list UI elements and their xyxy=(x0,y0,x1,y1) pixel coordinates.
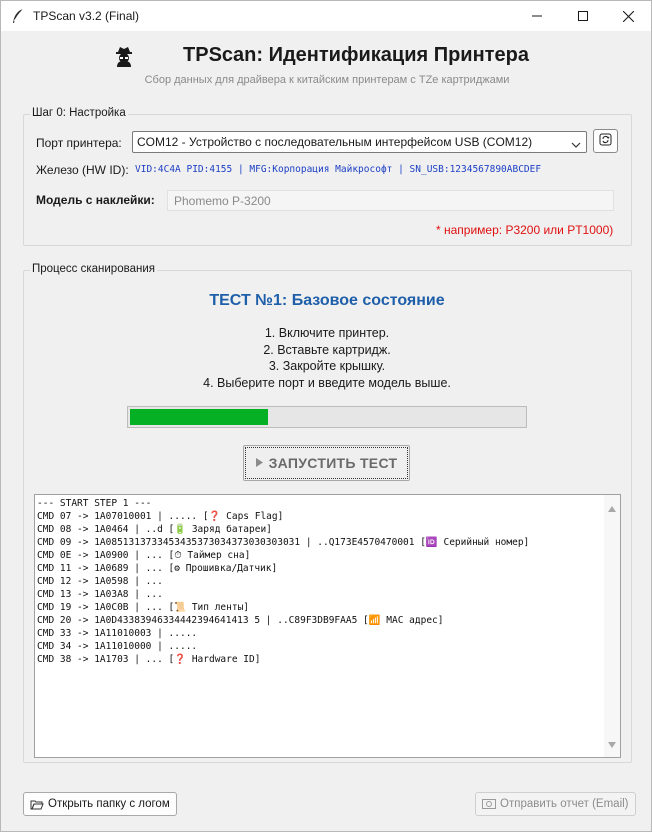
maximize-icon xyxy=(578,11,588,21)
scroll-up-icon[interactable] xyxy=(608,501,616,515)
instructions: 1. Включите принтер. 2. Вставьте картрид… xyxy=(23,325,631,391)
run-test-label: ЗАПУСТИТЬ ТЕСТ xyxy=(268,455,398,471)
progress-fill xyxy=(130,409,268,425)
open-log-folder-label: Открыть папку с логом xyxy=(48,798,170,810)
feather-icon xyxy=(11,8,25,24)
log-line: CMD 33 -> 1A11010003 | ..... xyxy=(37,628,198,639)
instruction-step: 4. Выберите порт и введите модель выше. xyxy=(203,375,451,390)
maximize-button[interactable] xyxy=(560,1,606,31)
log-line: CMD 08 -> 1A0464 | ..d [🔋 Заряд батареи] xyxy=(37,524,272,535)
page-subtitle: Сбор данных для драйвера к китайским при… xyxy=(144,74,510,86)
log-line: CMD 11 -> 1A0689 | ... [⚙ Прошивка/Датчи… xyxy=(37,563,278,574)
close-icon xyxy=(622,10,634,22)
refresh-ports-button[interactable] xyxy=(593,129,618,153)
model-label: Модель с наклейки: xyxy=(36,193,155,207)
log-line: CMD 13 -> 1A03A8 | ... xyxy=(37,589,163,600)
open-log-folder-button[interactable]: Открыть папку с логом xyxy=(23,792,177,816)
log-line: CMD 19 -> 1A0C0B | ... [📜 Тип ленты] xyxy=(37,602,250,613)
instruction-step: 3. Закройте крышку. xyxy=(268,359,386,373)
instruction-step: 1. Включите принтер. xyxy=(264,326,390,340)
log-line: CMD 20 -> 1A0D43383946334442394641413 5 … xyxy=(37,615,444,626)
model-input-value: Phomemo P-3200 xyxy=(174,194,271,208)
log-line: CMD 38 -> 1A1703 | ... [❓ Hardware ID] xyxy=(37,654,261,665)
progress-bar xyxy=(127,406,527,428)
scroll-down-icon[interactable] xyxy=(608,737,616,751)
settings-group-label: Шаг 0: Настройка xyxy=(30,107,128,119)
model-hint: * например: P3200 или PT1000) xyxy=(436,223,614,237)
window-title: TPScan v3.2 (Final) xyxy=(33,9,140,23)
title-bar: TPScan v3.2 (Final) xyxy=(1,1,651,31)
folder-icon xyxy=(30,799,44,810)
log-line: CMD 12 -> 1A0598 | ... xyxy=(37,576,163,587)
hwid-value: VID:4C4A PID:4155 | MFG:Корпорация Майкр… xyxy=(135,164,542,175)
log-line: CMD 34 -> 1A11010000 | ..... xyxy=(37,641,198,652)
port-select-value: COM12 - Устройство с последовательным ин… xyxy=(137,135,533,149)
send-report-label: Отправить отчет (Email) xyxy=(500,798,629,810)
refresh-icon xyxy=(599,133,612,149)
port-label: Порт принтера: xyxy=(36,136,122,150)
minimize-icon xyxy=(532,15,542,17)
log-scrollbar[interactable] xyxy=(604,495,620,757)
log-line: CMD 07 -> 1A07010001 | ..... [❓ Caps Fla… xyxy=(37,511,284,522)
port-select[interactable]: COM12 - Устройство с последовательным ин… xyxy=(132,131,587,153)
play-icon xyxy=(255,456,263,470)
scan-group-label: Процесс сканирования xyxy=(30,263,157,275)
log-line: CMD 09 -> 1A0851313733453435373034373030… xyxy=(37,537,530,548)
minimize-button[interactable] xyxy=(514,1,560,31)
app-window: TPScan v3.2 (Final) TPScan: Идентификаци… xyxy=(0,0,652,832)
log-line: --- START STEP 1 --- xyxy=(37,498,152,509)
model-input[interactable]: Phomemo P-3200 xyxy=(167,190,614,211)
email-icon xyxy=(482,799,496,809)
page-title: TPScan: Идентификация Принтера xyxy=(183,44,529,66)
log-lines: --- START STEP 1 --- CMD 07 -> 1A07010001… xyxy=(37,497,529,666)
close-button[interactable] xyxy=(605,1,651,31)
log-line: CMD 0E -> 1A0900 | ... [⏱ Таймер сна] xyxy=(37,550,251,561)
send-report-button[interactable]: Отправить отчет (Email) xyxy=(475,792,636,816)
run-test-button[interactable]: ЗАПУСТИТЬ ТЕСТ xyxy=(243,445,410,481)
test-title: ТЕСТ №1: Базовое состояние xyxy=(209,292,445,309)
chevron-down-icon xyxy=(571,138,581,152)
instruction-step: 2. Вставьте картридж. xyxy=(263,342,391,357)
log-console[interactable]: --- START STEP 1 --- CMD 07 -> 1A07010001… xyxy=(34,494,621,758)
hwid-label: Железо (HW ID): xyxy=(36,163,129,177)
